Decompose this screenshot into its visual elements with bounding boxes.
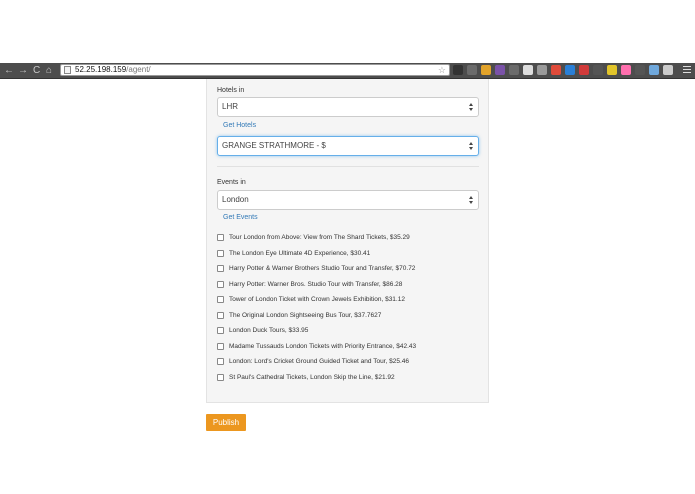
url-host: 52.25.198.159 — [75, 65, 127, 74]
get-hotels-link[interactable]: Get Hotels — [223, 122, 256, 129]
reload-icon[interactable]: C — [33, 63, 40, 78]
hotels-label: Hotels in — [217, 87, 245, 94]
event-label: Madame Tussauds London Tickets with Prio… — [229, 342, 417, 350]
home-icon[interactable]: ⌂ — [46, 63, 52, 78]
hotel-select[interactable]: GRANGE STRATHMORE - $ — [217, 136, 479, 156]
event-location-value: London — [222, 195, 249, 204]
event-location-select[interactable]: London — [217, 190, 479, 210]
event-checkbox[interactable] — [217, 234, 224, 242]
event-item[interactable]: Harry Potter & Warner Brothers Studio To… — [217, 261, 479, 277]
event-item[interactable]: Tour London from Above: View from The Sh… — [217, 230, 479, 246]
back-icon[interactable]: ← — [4, 63, 14, 78]
event-label: Tour London from Above: View from The Sh… — [229, 234, 410, 242]
extension-icon[interactable] — [579, 65, 589, 75]
extension-icon[interactable] — [509, 65, 519, 75]
event-list: Tour London from Above: View from The Sh… — [217, 230, 479, 385]
event-checkbox[interactable] — [217, 280, 224, 288]
extension-icon[interactable] — [593, 65, 603, 75]
event-label: London Duck Tours, $33.95 — [229, 327, 309, 335]
event-item[interactable]: London: Lord's Cricket Ground Guided Tic… — [217, 354, 479, 370]
extension-icon[interactable] — [551, 65, 561, 75]
event-item[interactable]: St Paul's Cathedral Tickets, London Skip… — [217, 370, 479, 386]
event-label: Harry Potter & Warner Brothers Studio To… — [229, 265, 416, 273]
forward-icon[interactable]: → — [18, 63, 28, 78]
event-item[interactable]: Madame Tussauds London Tickets with Prio… — [217, 339, 479, 355]
hotel-select-value: GRANGE STRATHMORE - $ — [222, 141, 326, 150]
event-checkbox[interactable] — [217, 311, 224, 319]
section-divider — [217, 166, 479, 167]
event-checkbox[interactable] — [217, 265, 224, 273]
extension-icon[interactable] — [537, 65, 547, 75]
event-checkbox[interactable] — [217, 373, 224, 381]
url-path: /agent/ — [126, 65, 151, 74]
event-checkbox[interactable] — [217, 296, 224, 304]
event-checkbox[interactable] — [217, 249, 224, 257]
extension-icon[interactable] — [649, 65, 659, 75]
address-bar[interactable]: 52.25.198.159/agent/ ☆ — [60, 64, 450, 76]
hotel-location-value: LHR — [222, 102, 239, 111]
browser-toolbar: ← → C ⌂ 52.25.198.159/agent/ ☆ — [0, 63, 695, 79]
extension-icon[interactable] — [635, 65, 645, 75]
publish-button[interactable]: Publish — [206, 414, 246, 431]
event-checkbox[interactable] — [217, 342, 224, 350]
extension-icon[interactable] — [453, 65, 463, 75]
event-item[interactable]: The London Eye Ultimate 4D Experience, $… — [217, 246, 479, 262]
bookmark-star-icon[interactable]: ☆ — [438, 65, 446, 75]
extension-icon[interactable] — [663, 65, 673, 75]
event-item[interactable]: The Original London Sightseeing Bus Tour… — [217, 308, 479, 324]
hotel-location-select[interactable]: LHR — [217, 97, 479, 117]
extension-icon[interactable] — [523, 65, 533, 75]
select-caret-icon — [469, 142, 474, 151]
page-icon — [64, 66, 71, 74]
get-events-link[interactable]: Get Events — [223, 214, 258, 221]
event-item[interactable]: Tower of London Ticket with Crown Jewels… — [217, 292, 479, 308]
select-caret-icon — [469, 103, 474, 112]
menu-icon[interactable] — [683, 66, 691, 74]
extension-icon[interactable] — [467, 65, 477, 75]
event-label: London: Lord's Cricket Ground Guided Tic… — [229, 358, 409, 366]
extension-icon[interactable] — [481, 65, 491, 75]
agent-form-panel: Hotels in LHR Get Hotels GRANGE STRATHMO… — [206, 79, 489, 403]
extension-icon[interactable] — [621, 65, 631, 75]
extension-icon[interactable] — [607, 65, 617, 75]
event-checkbox[interactable] — [217, 358, 224, 366]
event-label: The Original London Sightseeing Bus Tour… — [229, 311, 382, 319]
event-item[interactable]: Harry Potter: Warner Bros. Studio Tour w… — [217, 277, 479, 293]
event-label: The London Eye Ultimate 4D Experience, $… — [229, 249, 371, 257]
extension-icon[interactable] — [495, 65, 505, 75]
events-label: Events in — [217, 179, 246, 186]
event-label: Harry Potter: Warner Bros. Studio Tour w… — [229, 280, 403, 288]
event-item[interactable]: London Duck Tours, $33.95 — [217, 323, 479, 339]
event-label: Tower of London Ticket with Crown Jewels… — [229, 296, 405, 304]
select-caret-icon — [469, 196, 474, 205]
event-checkbox[interactable] — [217, 327, 224, 335]
extension-icon[interactable] — [565, 65, 575, 75]
event-label: St Paul's Cathedral Tickets, London Skip… — [229, 373, 395, 381]
